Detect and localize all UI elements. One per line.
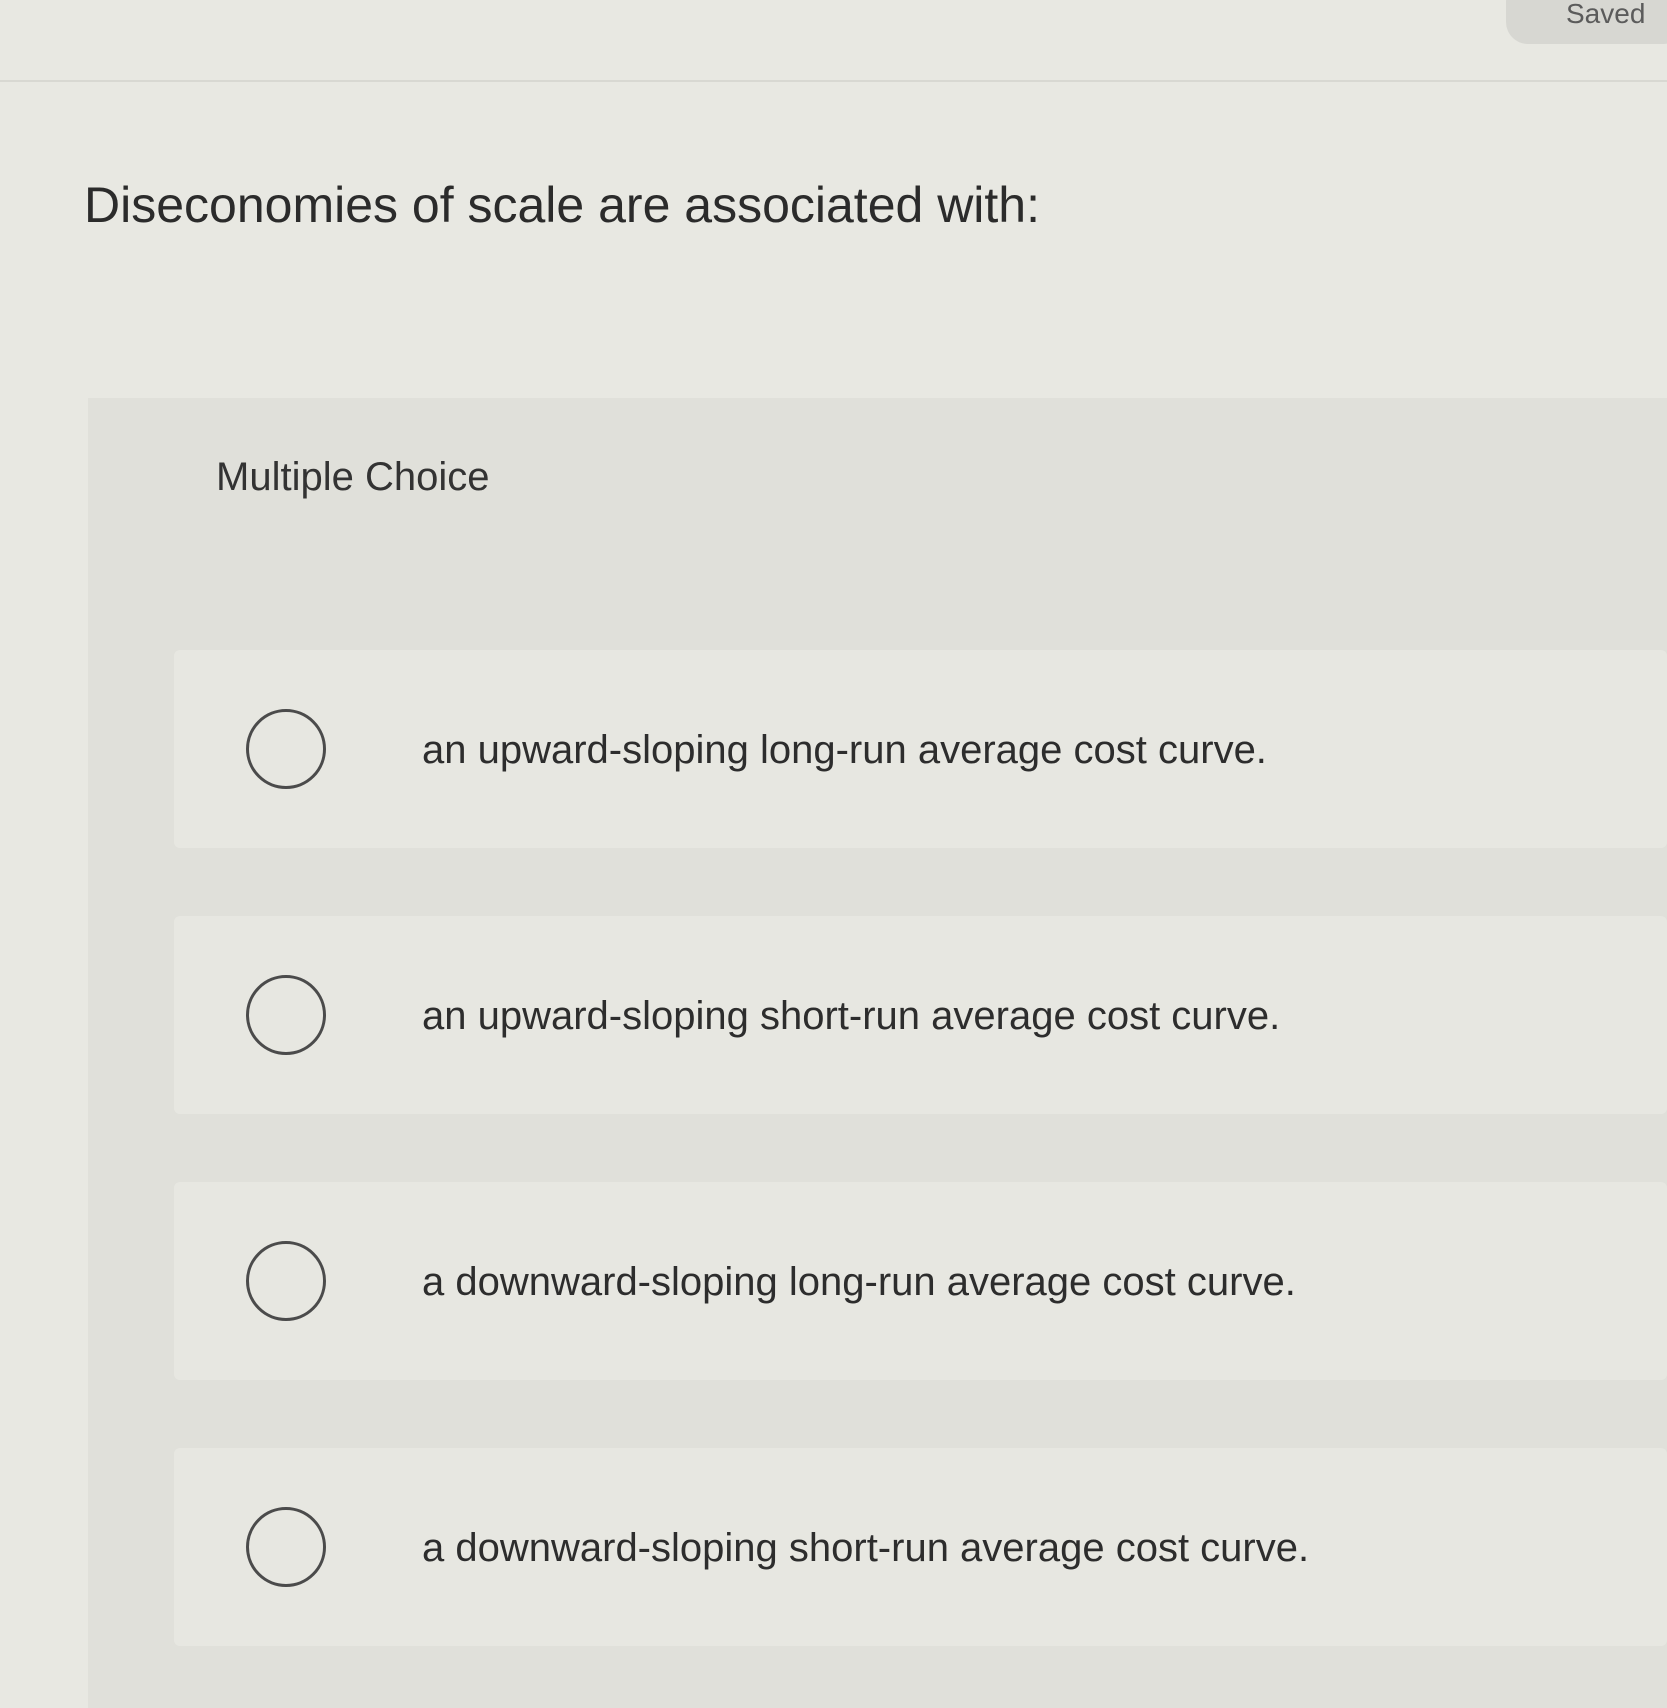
answer-option-3[interactable]: a downward-sloping long-run average cost… [174, 1182, 1667, 1380]
answer-option-text: an upward-sloping short-run average cost… [422, 994, 1281, 1038]
answer-option-text: an upward-sloping long-run average cost … [422, 728, 1267, 772]
answer-option-2[interactable]: an upward-sloping short-run average cost… [174, 916, 1667, 1114]
question-text: Diseconomies of scale are associated wit… [84, 177, 1041, 233]
radio-button-icon[interactable] [246, 709, 326, 789]
top-divider [0, 80, 1667, 82]
answer-option-text: a downward-sloping long-run average cost… [422, 1260, 1296, 1304]
radio-button-icon[interactable] [246, 975, 326, 1055]
radio-button-icon[interactable] [246, 1241, 326, 1321]
multiple-choice-label: Multiple Choice [216, 455, 490, 499]
answer-option-text: a downward-sloping short-run average cos… [422, 1526, 1310, 1570]
answer-option-1[interactable]: an upward-sloping long-run average cost … [174, 650, 1667, 848]
answer-choices: an upward-sloping long-run average cost … [174, 650, 1667, 1646]
saved-status-label: Saved [1566, 0, 1646, 29]
answer-option-4[interactable]: a downward-sloping short-run average cos… [174, 1448, 1667, 1646]
radio-button-icon[interactable] [246, 1507, 326, 1587]
saved-status-badge: Saved [1506, 0, 1667, 44]
